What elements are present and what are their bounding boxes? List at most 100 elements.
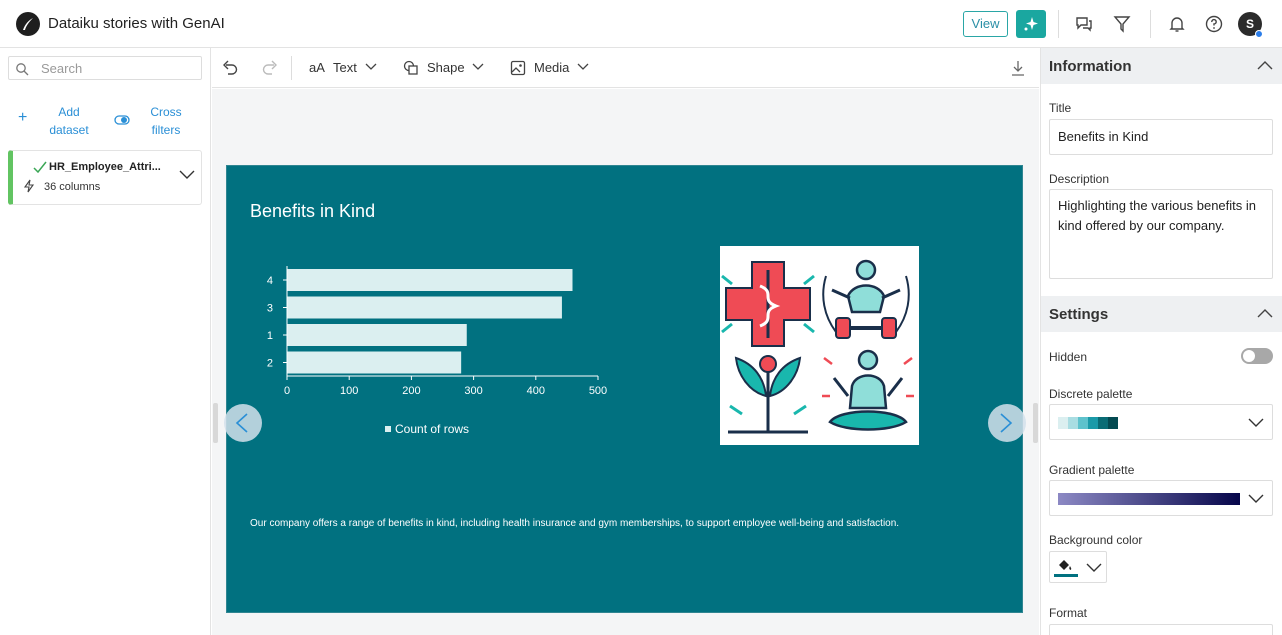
description-label: Description — [1049, 172, 1110, 186]
palette-swatch — [1068, 417, 1078, 429]
image-icon — [510, 60, 526, 76]
settings-section-header[interactable]: Settings — [1041, 296, 1282, 332]
information-header: Information — [1049, 58, 1132, 75]
chevron-down-icon — [1086, 563, 1102, 572]
add-dataset-label: Add dataset — [49, 105, 89, 137]
medical-cross-icon — [721, 261, 815, 347]
sparkle-icon — [1024, 17, 1038, 31]
bar[interactable] — [287, 324, 467, 346]
properties-panel: Information Title Benefits in Kind Descr… — [1040, 48, 1282, 635]
paint-bucket-icon — [1059, 560, 1072, 570]
editor-toolbar: aA Text Shape Media — [212, 48, 1039, 88]
media-label: Media — [534, 60, 570, 75]
search-input[interactable]: Search — [8, 56, 202, 80]
x-tick-label: 400 — [527, 385, 545, 397]
redo-icon[interactable] — [261, 59, 279, 77]
plant-icon — [728, 355, 808, 434]
palette-swatch — [1058, 417, 1068, 429]
shape-icon — [403, 60, 418, 75]
slide-description[interactable]: Our company offers a range of benefits i… — [250, 518, 899, 529]
dataset-name: HR_Employee_Attri... — [49, 161, 161, 173]
format-select[interactable] — [1049, 624, 1273, 635]
format-label: Format — [1049, 606, 1088, 620]
cross-filters-button[interactable]: Cross filters — [114, 103, 194, 139]
next-slide-button[interactable] — [988, 404, 1026, 442]
help-icon[interactable] — [1204, 14, 1224, 34]
palette-swatch — [1088, 417, 1098, 429]
chevron-up-icon — [1257, 61, 1273, 70]
dataset-card[interactable]: HR_Employee_Attri... 36 columns — [8, 150, 202, 205]
benefits-illustration[interactable] — [720, 246, 919, 445]
x-tick-label: 100 — [340, 385, 358, 397]
plus-icon: + — [18, 109, 28, 126]
category-tick-label: 1 — [267, 330, 273, 342]
gym-figure-icon — [822, 259, 910, 339]
divider — [1150, 10, 1151, 38]
divider — [291, 56, 292, 80]
previous-slide-button[interactable] — [224, 404, 262, 442]
download-icon[interactable] — [1010, 59, 1026, 77]
title-value: Benefits in Kind — [1058, 129, 1149, 144]
discrete-palette-select[interactable] — [1049, 404, 1273, 440]
chevron-down-icon — [365, 63, 377, 70]
gradient-palette-select[interactable] — [1049, 480, 1273, 516]
chat-icon[interactable] — [1074, 14, 1094, 34]
search-placeholder: Search — [41, 61, 83, 76]
chevron-down-icon — [577, 63, 589, 70]
chevron-down-icon — [1248, 418, 1264, 427]
hidden-toggle[interactable] — [1241, 348, 1273, 364]
x-tick-label: 500 — [589, 385, 607, 397]
description-textarea[interactable]: Highlighting the various benefits in kin… — [1049, 189, 1273, 279]
check-icon — [33, 161, 47, 173]
cross-filters-label: Cross filters — [150, 105, 182, 137]
title-label: Title — [1049, 101, 1072, 115]
bar[interactable] — [287, 351, 462, 374]
x-tick-label: 0 — [284, 385, 290, 397]
hidden-label: Hidden — [1049, 350, 1088, 364]
discrete-palette-label: Discrete palette — [1049, 387, 1133, 401]
status-dot — [1255, 30, 1263, 38]
benefits-illustration-icon — [721, 259, 914, 434]
top-bar: Dataiku stories with GenAI View S — [0, 0, 1282, 48]
undo-icon[interactable] — [221, 59, 239, 77]
bolt-icon — [23, 179, 35, 193]
gradient-palette-preview — [1058, 493, 1240, 505]
text-icon: aA — [309, 60, 325, 75]
category-tick-label: 3 — [267, 303, 273, 315]
ai-sparkle-button[interactable] — [1016, 10, 1046, 38]
app-title: Dataiku stories with GenAI — [48, 15, 225, 32]
chevron-down-icon — [1248, 494, 1264, 503]
left-sidebar: Search + Add dataset Cross filters HR_Em… — [0, 48, 211, 635]
information-section-header[interactable]: Information — [1041, 48, 1282, 84]
bar[interactable] — [287, 269, 573, 291]
search-icon — [16, 63, 29, 76]
x-tick-label: 200 — [402, 385, 420, 397]
palette-swatch — [1108, 417, 1118, 429]
title-input[interactable]: Benefits in Kind — [1049, 119, 1273, 155]
add-dataset-button[interactable]: + Add dataset — [18, 103, 98, 139]
category-tick-label: 4 — [267, 275, 273, 287]
bell-icon[interactable] — [1167, 14, 1187, 34]
story-slide[interactable]: Benefits in Kind 4 3 1 2 0 100 200 300 400 500 Co… — [224, 165, 1026, 613]
chart-legend: Count of rows — [385, 422, 469, 436]
background-color-swatch — [1054, 574, 1078, 577]
description-value: Highlighting the various benefits in kin… — [1058, 198, 1257, 233]
view-button[interactable]: View — [963, 11, 1008, 37]
chevron-left-icon — [235, 413, 248, 433]
chevron-up-icon — [1257, 309, 1273, 318]
slide-title[interactable]: Benefits in Kind — [250, 201, 375, 222]
background-color-label: Background color — [1049, 533, 1143, 547]
left-resize-handle[interactable] — [213, 403, 218, 443]
meditation-icon — [822, 349, 914, 431]
discrete-palette-swatches — [1058, 417, 1118, 429]
settings-header: Settings — [1049, 306, 1109, 323]
legend-swatch — [385, 426, 391, 432]
background-color-picker[interactable] — [1049, 551, 1107, 583]
right-resize-handle[interactable] — [1033, 403, 1038, 443]
dataiku-logo-icon[interactable] — [16, 12, 40, 36]
filter-icon[interactable] — [1112, 14, 1132, 34]
chevron-down-icon[interactable] — [179, 170, 195, 180]
bar-chart[interactable]: 4 3 1 2 0 100 200 300 400 500 — [247, 256, 647, 406]
bar[interactable] — [287, 296, 562, 319]
chevron-down-icon — [472, 63, 484, 70]
